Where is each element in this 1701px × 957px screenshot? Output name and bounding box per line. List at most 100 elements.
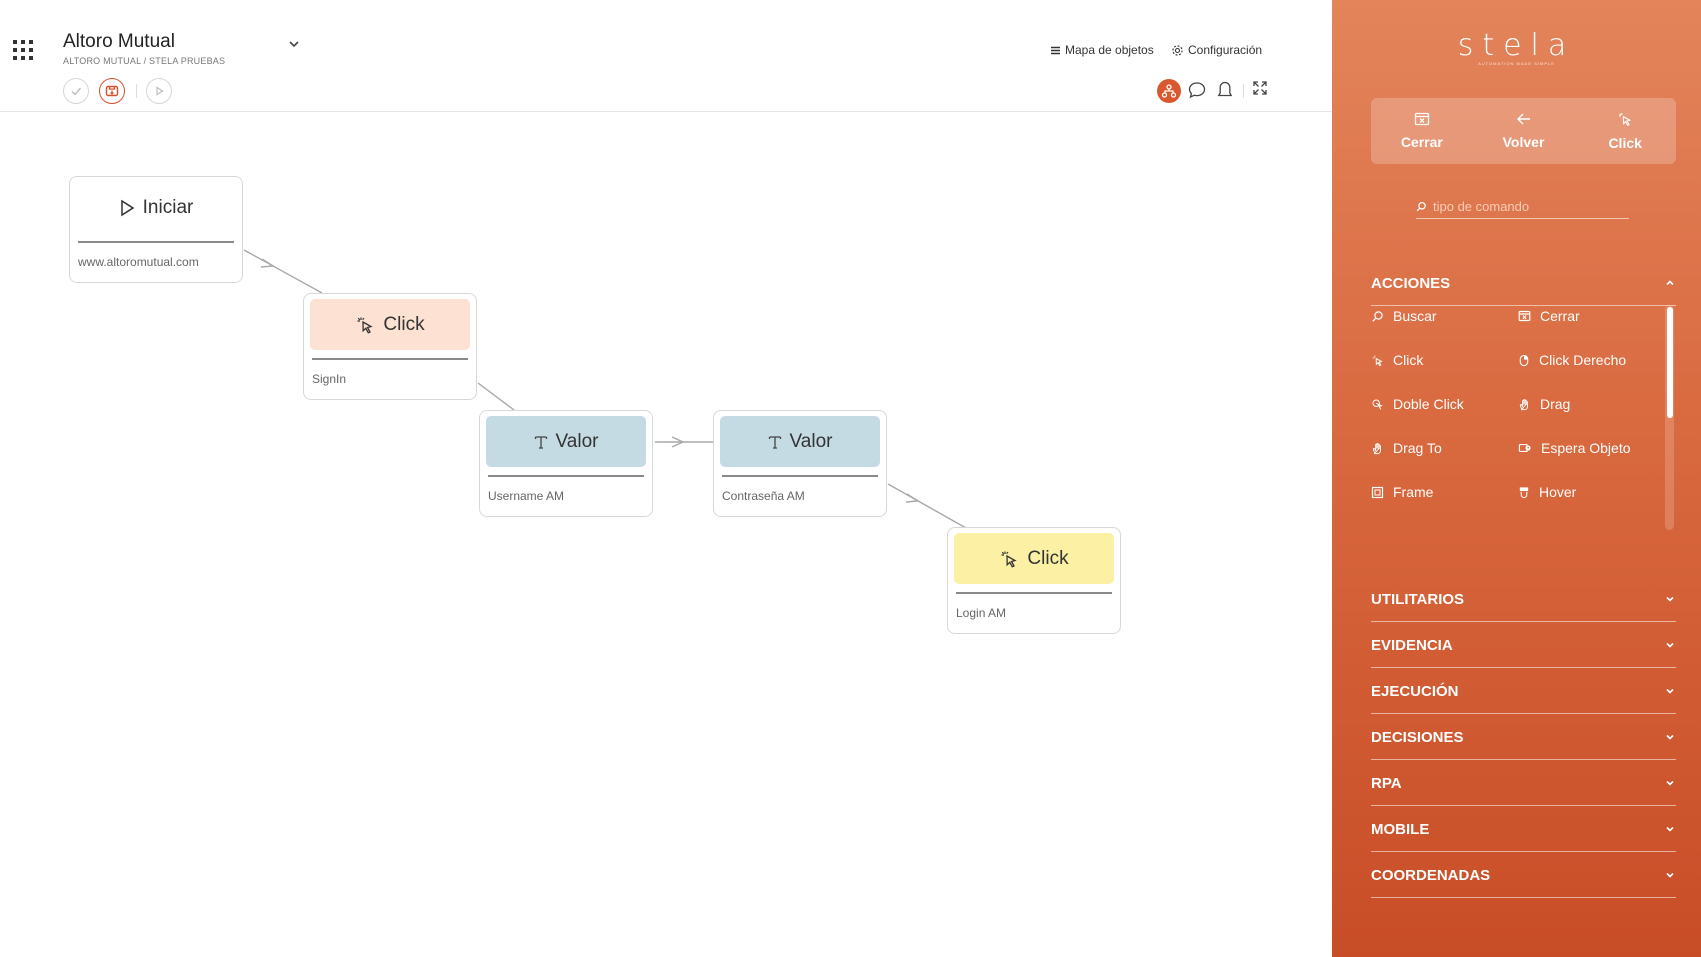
section-title: ACCIONES: [1371, 274, 1451, 292]
apps-grid-icon[interactable]: [13, 40, 33, 60]
node-title: Iniciar: [142, 196, 194, 218]
section-title: UTILITARIOS: [1371, 590, 1465, 608]
action-hover[interactable]: Hover: [1518, 484, 1576, 500]
node-header: Click: [310, 299, 470, 350]
object-map-link[interactable]: Mapa de objetos: [1050, 43, 1154, 57]
quick-action-cerrar[interactable]: Cerrar: [1371, 98, 1473, 164]
hover-icon: [1519, 486, 1529, 498]
brand-name: stela: [1457, 28, 1576, 63]
chevron-down-icon: [1666, 688, 1674, 694]
chevron-down-icon: [1666, 826, 1674, 832]
gear-icon: [1172, 44, 1183, 56]
action-label: Click Derecho: [1539, 352, 1627, 368]
node-title: Valor: [789, 430, 833, 452]
action-drag[interactable]: Drag: [1518, 396, 1570, 412]
section-mobile-header[interactable]: MOBILE: [1371, 807, 1676, 852]
command-search-input[interactable]: [1433, 199, 1613, 214]
project-title: Altoro Mutual: [63, 31, 175, 52]
breadcrumb: ALTORO MUTUAL / STELA PRUEBAS: [63, 56, 226, 66]
node-divider: [956, 592, 1112, 594]
hand-icon: [1519, 398, 1528, 410]
save-icon: [105, 85, 119, 97]
brand-logo: stela AUTOMATION MADE SIMPLE: [1332, 28, 1701, 66]
section-evidencia-header[interactable]: EVIDENCIA: [1371, 623, 1676, 668]
fullscreen-button[interactable]: [1252, 80, 1268, 102]
node-title: Click: [383, 313, 425, 335]
text-t-icon: [768, 435, 781, 449]
section-rpa-header[interactable]: RPA: [1371, 761, 1676, 806]
action-label: Espera Objeto: [1541, 440, 1631, 456]
section-coordenadas-header[interactable]: COORDENADAS: [1371, 853, 1676, 898]
actions-scrollbar-thumb[interactable]: [1667, 307, 1673, 418]
node-title: Click: [1027, 547, 1069, 569]
node-title: Valor: [555, 430, 599, 452]
action-label: Buscar: [1393, 308, 1437, 324]
action-espera-objeto[interactable]: Espera Objeto: [1518, 440, 1631, 456]
expand-icon: [1253, 81, 1267, 95]
node-divider: [312, 358, 468, 360]
section-ejecucion-header[interactable]: EJECUCIÓN: [1371, 669, 1676, 714]
comments-button[interactable]: [1187, 80, 1207, 102]
node-subtitle: SignIn: [312, 372, 347, 386]
command-sidebar: stela AUTOMATION MADE SIMPLE Cerrar Volv…: [1332, 0, 1701, 957]
flow-node-click-login[interactable]: Click Login AM: [947, 527, 1121, 634]
chevron-up-icon: [1666, 280, 1674, 286]
quick-action-label: Click: [1608, 135, 1642, 151]
flow-node-valor-username[interactable]: Valor Username AM: [479, 410, 653, 517]
section-title: DECISIONES: [1371, 728, 1464, 746]
chevron-down-icon[interactable]: [286, 36, 302, 52]
action-frame[interactable]: Frame: [1371, 484, 1433, 500]
node-header: Valor: [720, 416, 880, 467]
notifications-button[interactable]: [1216, 80, 1234, 102]
action-doble-click[interactable]: Doble Click: [1371, 396, 1464, 412]
flow-view-button[interactable]: [1157, 79, 1181, 103]
flow-node-click-signin[interactable]: Click SignIn: [303, 293, 477, 400]
text-t-icon: [534, 435, 547, 449]
pointer-click-icon: [357, 317, 374, 334]
validate-button[interactable]: [63, 78, 89, 104]
section-acciones-header[interactable]: ACCIONES: [1371, 261, 1676, 306]
action-drag-to[interactable]: Drag To: [1371, 440, 1442, 456]
play-icon: [156, 86, 164, 96]
action-label: Drag To: [1393, 440, 1442, 456]
run-button[interactable]: [146, 78, 172, 104]
actions-list: Buscar Click Doble Click Drag To Frame C…: [1371, 308, 1661, 530]
brand-tagline: AUTOMATION MADE SIMPLE: [1478, 61, 1555, 66]
node-header: Click: [954, 533, 1114, 584]
section-decisiones-header[interactable]: DECISIONES: [1371, 715, 1676, 760]
node-subtitle: Contraseña AM: [722, 489, 805, 503]
close-window-icon: [1414, 112, 1429, 126]
section-title: EJECUCIÓN: [1371, 682, 1459, 700]
node-divider: [488, 475, 644, 477]
quick-action-click[interactable]: Click: [1574, 98, 1676, 164]
action-click[interactable]: Click: [1371, 352, 1423, 368]
quick-action-label: Cerrar: [1400, 134, 1443, 150]
quick-actions: Cerrar Volver Click: [1371, 98, 1676, 164]
action-cerrar[interactable]: Cerrar: [1518, 308, 1580, 324]
action-click-derecho[interactable]: Click Derecho: [1518, 352, 1626, 368]
configuration-link[interactable]: Configuración: [1171, 43, 1262, 57]
flow-node-start[interactable]: Iniciar www.altoromutual.com: [69, 176, 243, 283]
configuration-label: Configuración: [1188, 43, 1263, 57]
action-label: Doble Click: [1393, 396, 1464, 412]
pointer-click-icon: [1001, 551, 1018, 568]
action-label: Cerrar: [1540, 308, 1580, 324]
node-subtitle: www.altoromutual.com: [78, 255, 199, 269]
hand-icon: [1372, 442, 1381, 454]
section-utilitarios-header[interactable]: UTILITARIOS: [1371, 577, 1676, 622]
arrow-left-icon: [1516, 113, 1530, 125]
quick-action-volver[interactable]: Volver: [1473, 98, 1575, 164]
search-icon: [1372, 310, 1383, 322]
play-icon: [120, 199, 135, 216]
save-button[interactable]: [99, 78, 125, 104]
node-divider: [722, 475, 878, 477]
chevron-down-icon: [1666, 780, 1674, 786]
pointer-click-icon: [1372, 355, 1383, 366]
section-title: RPA: [1371, 774, 1402, 792]
chevron-down-icon: [1666, 734, 1674, 740]
flow-node-valor-password[interactable]: Valor Contraseña AM: [713, 410, 887, 517]
comment-icon: [1188, 82, 1206, 99]
action-buscar[interactable]: Buscar: [1371, 308, 1437, 324]
close-window-icon: [1518, 310, 1531, 322]
action-label: Hover: [1539, 484, 1577, 500]
